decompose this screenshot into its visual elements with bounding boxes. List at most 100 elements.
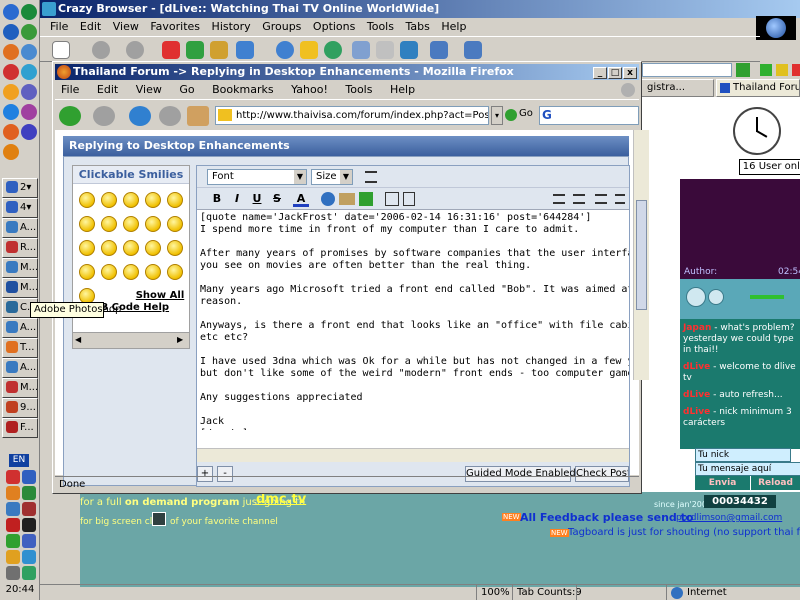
play-icon[interactable] [686,287,706,307]
smiley-icon[interactable] [123,240,139,256]
chat-message-input[interactable]: Tu mensaje aquí [695,462,800,476]
scroll-thumb[interactable] [636,200,647,310]
tray-icon[interactable] [6,486,20,500]
smiley-icon[interactable] [145,264,161,280]
home-icon[interactable] [210,41,228,59]
menu-history[interactable]: History [212,20,251,33]
taskbar-task[interactable]: 9... [2,398,38,418]
taskbar-group-4[interactable]: 4▾ [2,198,38,218]
scroll-right-icon[interactable]: ▶ [177,335,183,344]
chat-nick-input[interactable]: Tu nick [695,448,791,462]
mail-icon[interactable] [352,41,370,59]
app-icon[interactable] [21,64,37,80]
app-icon[interactable] [3,84,19,100]
taskbar-task[interactable]: M... [2,378,38,398]
textarea-hscrollbar[interactable] [197,448,629,462]
smiley-icon[interactable] [101,216,117,232]
close-others-icon[interactable] [776,64,788,76]
network-icon[interactable] [21,44,37,60]
language-indicator[interactable]: EN [9,454,29,467]
show-all-link[interactable]: Show All [131,290,189,301]
app-icon[interactable] [3,104,19,120]
menu-file[interactable]: File [50,20,68,33]
refresh-icon[interactable] [186,41,204,59]
desktop-icon[interactable] [21,4,37,20]
smiley-icon[interactable] [123,264,139,280]
menu-tabs[interactable]: Tabs [405,20,429,33]
zoom-icon[interactable] [236,41,254,59]
smiley-icon[interactable] [101,240,117,256]
quote-icon[interactable] [385,192,399,206]
windows-icon[interactable] [3,4,19,20]
size-select[interactable]: Size ▼ [311,169,353,185]
smiley-icon[interactable] [167,192,183,208]
taskbar-task[interactable]: F... [2,418,38,438]
tray-icon[interactable] [6,502,20,516]
smiley-icon[interactable] [123,216,139,232]
url-input[interactable]: http://www.thaivisa.com/forum/index.php?… [215,106,489,125]
media-icon[interactable] [3,44,19,60]
page-vscrollbar[interactable] [633,130,649,380]
history-icon[interactable] [324,41,342,59]
close-all-icon[interactable] [792,64,800,76]
tab-registration[interactable]: gistra... [630,79,714,97]
email-icon[interactable] [339,193,355,205]
tray-icon[interactable] [6,470,20,484]
ff-menu-help[interactable]: Help [390,83,415,96]
feedback-email-link[interactable]: pordlimson@gmail.com [676,513,782,523]
scroll-left-icon[interactable]: ◀ [75,335,81,344]
print-icon[interactable] [376,41,394,59]
forward-icon[interactable] [93,106,115,126]
smiley-icon[interactable] [101,264,117,280]
tray-icon[interactable] [22,550,36,564]
taskbar-task[interactable]: T... [2,338,38,358]
dmc-link[interactable]: dmc.tv [256,492,306,507]
align-left-icon[interactable] [553,194,565,204]
strike-button[interactable]: S [269,191,285,207]
italic-button[interactable]: I [229,191,245,207]
favorites-star-icon[interactable] [300,41,318,59]
taskbar-task[interactable]: M... [2,258,38,278]
tray-icon[interactable] [6,518,20,532]
taskbar-task[interactable]: M... [2,278,38,298]
menu-help[interactable]: Help [441,20,466,33]
firefox-icon[interactable] [3,144,19,160]
font-select[interactable]: Font ▼ [207,169,307,185]
taskbar-task[interactable]: A... [2,318,38,338]
ff-menu-tools[interactable]: Tools [345,83,372,96]
video-player-screen[interactable]: Author: 02:54 [680,179,800,279]
smiley-icon[interactable] [167,264,183,280]
smiley-icon[interactable] [123,192,139,208]
smiley-icon[interactable] [167,216,183,232]
menu-options[interactable]: Options [313,20,355,33]
menu-tools[interactable]: Tools [367,20,394,33]
globe-icon[interactable] [21,24,37,40]
code-icon[interactable] [403,192,415,206]
smiley-icon[interactable] [145,216,161,232]
tray-icon[interactable] [22,502,36,516]
tray-icon[interactable] [22,470,36,484]
close-button[interactable]: x [623,67,637,79]
smiley-icon[interactable] [79,240,95,256]
tray-icon[interactable] [22,486,36,500]
minimize-button[interactable]: _ [593,67,607,79]
taskbar-task[interactable]: A... [2,358,38,378]
ff-menu-file[interactable]: File [61,83,79,96]
ie-icon[interactable] [3,24,19,40]
window-icon[interactable] [400,41,418,59]
go-arrow-icon[interactable] [736,63,750,77]
taskbar-task[interactable]: R... [2,238,38,258]
list-icon[interactable] [365,171,377,183]
app-icon[interactable] [21,124,37,140]
crazy-address-input[interactable] [642,63,732,77]
font-color-icon[interactable]: A [293,191,309,207]
fullscreen-icon[interactable] [152,512,166,526]
tray-icon[interactable] [22,566,36,580]
url-dropdown-chevron-icon[interactable]: ▾ [491,106,503,125]
smiley-icon[interactable] [79,216,95,232]
back-icon[interactable] [59,106,81,126]
home-icon[interactable] [187,106,209,126]
stop-icon[interactable] [708,289,724,305]
reload-button[interactable]: Reload [751,476,800,490]
menu-view[interactable]: View [113,20,139,33]
